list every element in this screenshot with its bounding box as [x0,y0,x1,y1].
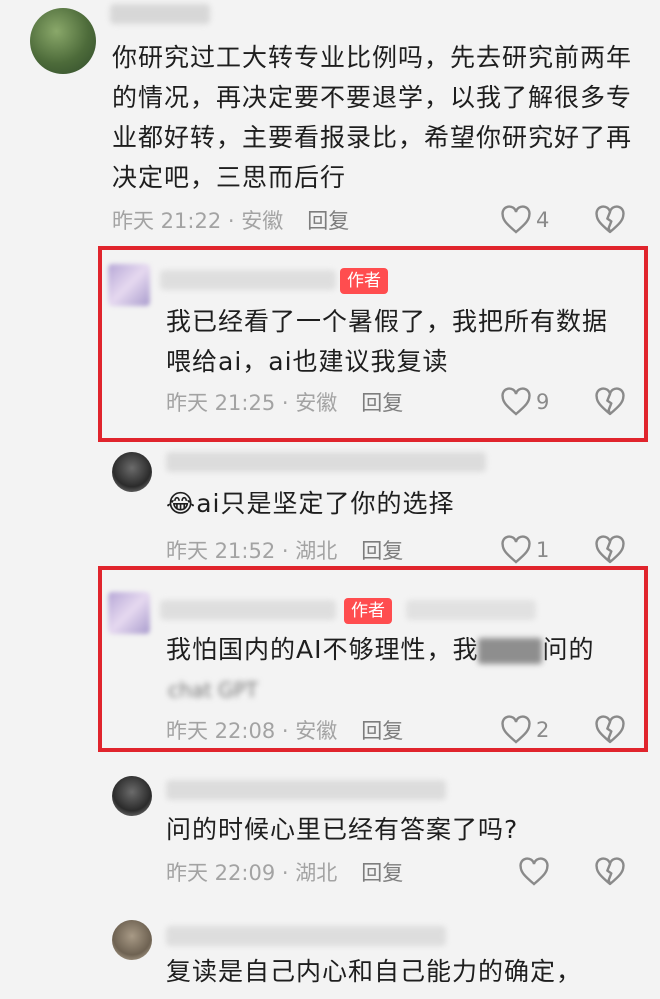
like-button[interactable]: 4 [500,205,549,235]
comment-meta: 昨天 21:52 · 湖北 回复 [166,536,403,566]
username-blurred[interactable] [110,4,210,24]
comment-text-line2-blurred: chat GPT [168,678,258,702]
heart-icon [519,857,549,886]
comment-text: 我已经看了一个暑假了，我把所有数据喂给ai，ai也建议我复读 [166,307,609,376]
heart-icon [501,205,531,234]
author-badge: 作者 [340,268,388,294]
like-count: 1 [536,538,550,562]
comment-time-location: 昨天 21:22 · 安徽 [112,209,284,233]
username-blurred[interactable] [160,600,336,620]
username-blurred[interactable] [166,452,486,472]
comment-time-location: 昨天 22:08 · 安徽 [166,719,338,743]
broken-heart-icon[interactable] [594,715,626,745]
comment-meta: 昨天 22:09 · 湖北 回复 [166,858,403,888]
like-count: 2 [536,718,550,742]
comment-text-part: 问的 [542,635,595,664]
broken-heart-icon[interactable] [594,857,626,887]
avatar[interactable] [108,264,150,306]
like-count: 4 [536,208,550,232]
comment-text: 我怕国内的AI不够理性，我 问的 [166,630,626,670]
username-blurred[interactable] [160,270,336,290]
broken-heart-icon[interactable] [594,535,626,565]
like-button[interactable]: 9 [500,387,549,417]
laughing-emoji-icon: 😂 [166,489,197,518]
avatar[interactable] [112,776,152,816]
like-button[interactable]: 2 [500,715,549,745]
avatar[interactable] [108,592,150,634]
reply-button[interactable]: 回复 [361,719,403,743]
comment-meta: 昨天 21:25 · 安徽 回复 [166,388,403,418]
heart-icon [501,535,531,564]
reply-button[interactable]: 回复 [361,391,403,415]
comment-text-part: 我怕国内的AI不够理性，我 [166,635,479,664]
comment-meta: 昨天 21:22 · 安徽 回复 [112,206,349,236]
like-button[interactable] [518,857,554,887]
broken-heart-icon[interactable] [594,387,626,417]
reply-button[interactable]: 回复 [361,539,403,563]
comment-time-location: 昨天 21:25 · 安徽 [166,391,338,415]
redacted-text [478,638,543,664]
reply-button[interactable]: 回复 [361,861,403,885]
avatar[interactable] [112,452,152,492]
username-blurred[interactable] [166,926,446,946]
comment-time-location: 昨天 21:52 · 湖北 [166,539,338,563]
reply-button[interactable]: 回复 [307,209,349,233]
heart-icon [501,387,531,416]
comment-text: 你研究过工大转专业比例吗，先去研究前两年的情况，再决定要不要退学，以我了解很多专… [112,43,633,192]
like-button[interactable]: 1 [500,535,549,565]
avatar[interactable] [30,8,96,74]
like-count: 9 [536,390,550,414]
avatar[interactable] [112,920,152,960]
comment-meta: 昨天 22:08 · 安徽 回复 [166,716,403,746]
username-blurred-suffix [406,600,536,620]
comment-text: 复读是自己内心和自己能力的确定， [166,957,583,986]
comment-time-location: 昨天 22:09 · 湖北 [166,861,338,885]
comment-text: 问的时候心里已经有答案了吗? [166,815,519,844]
comment-text-body: ai只是坚定了你的选择 [196,489,455,518]
username-blurred[interactable] [166,780,446,800]
author-badge: 作者 [344,598,392,624]
comment-text: 😂ai只是坚定了你的选择 [166,484,626,524]
broken-heart-icon[interactable] [594,205,626,235]
heart-icon [501,715,531,744]
